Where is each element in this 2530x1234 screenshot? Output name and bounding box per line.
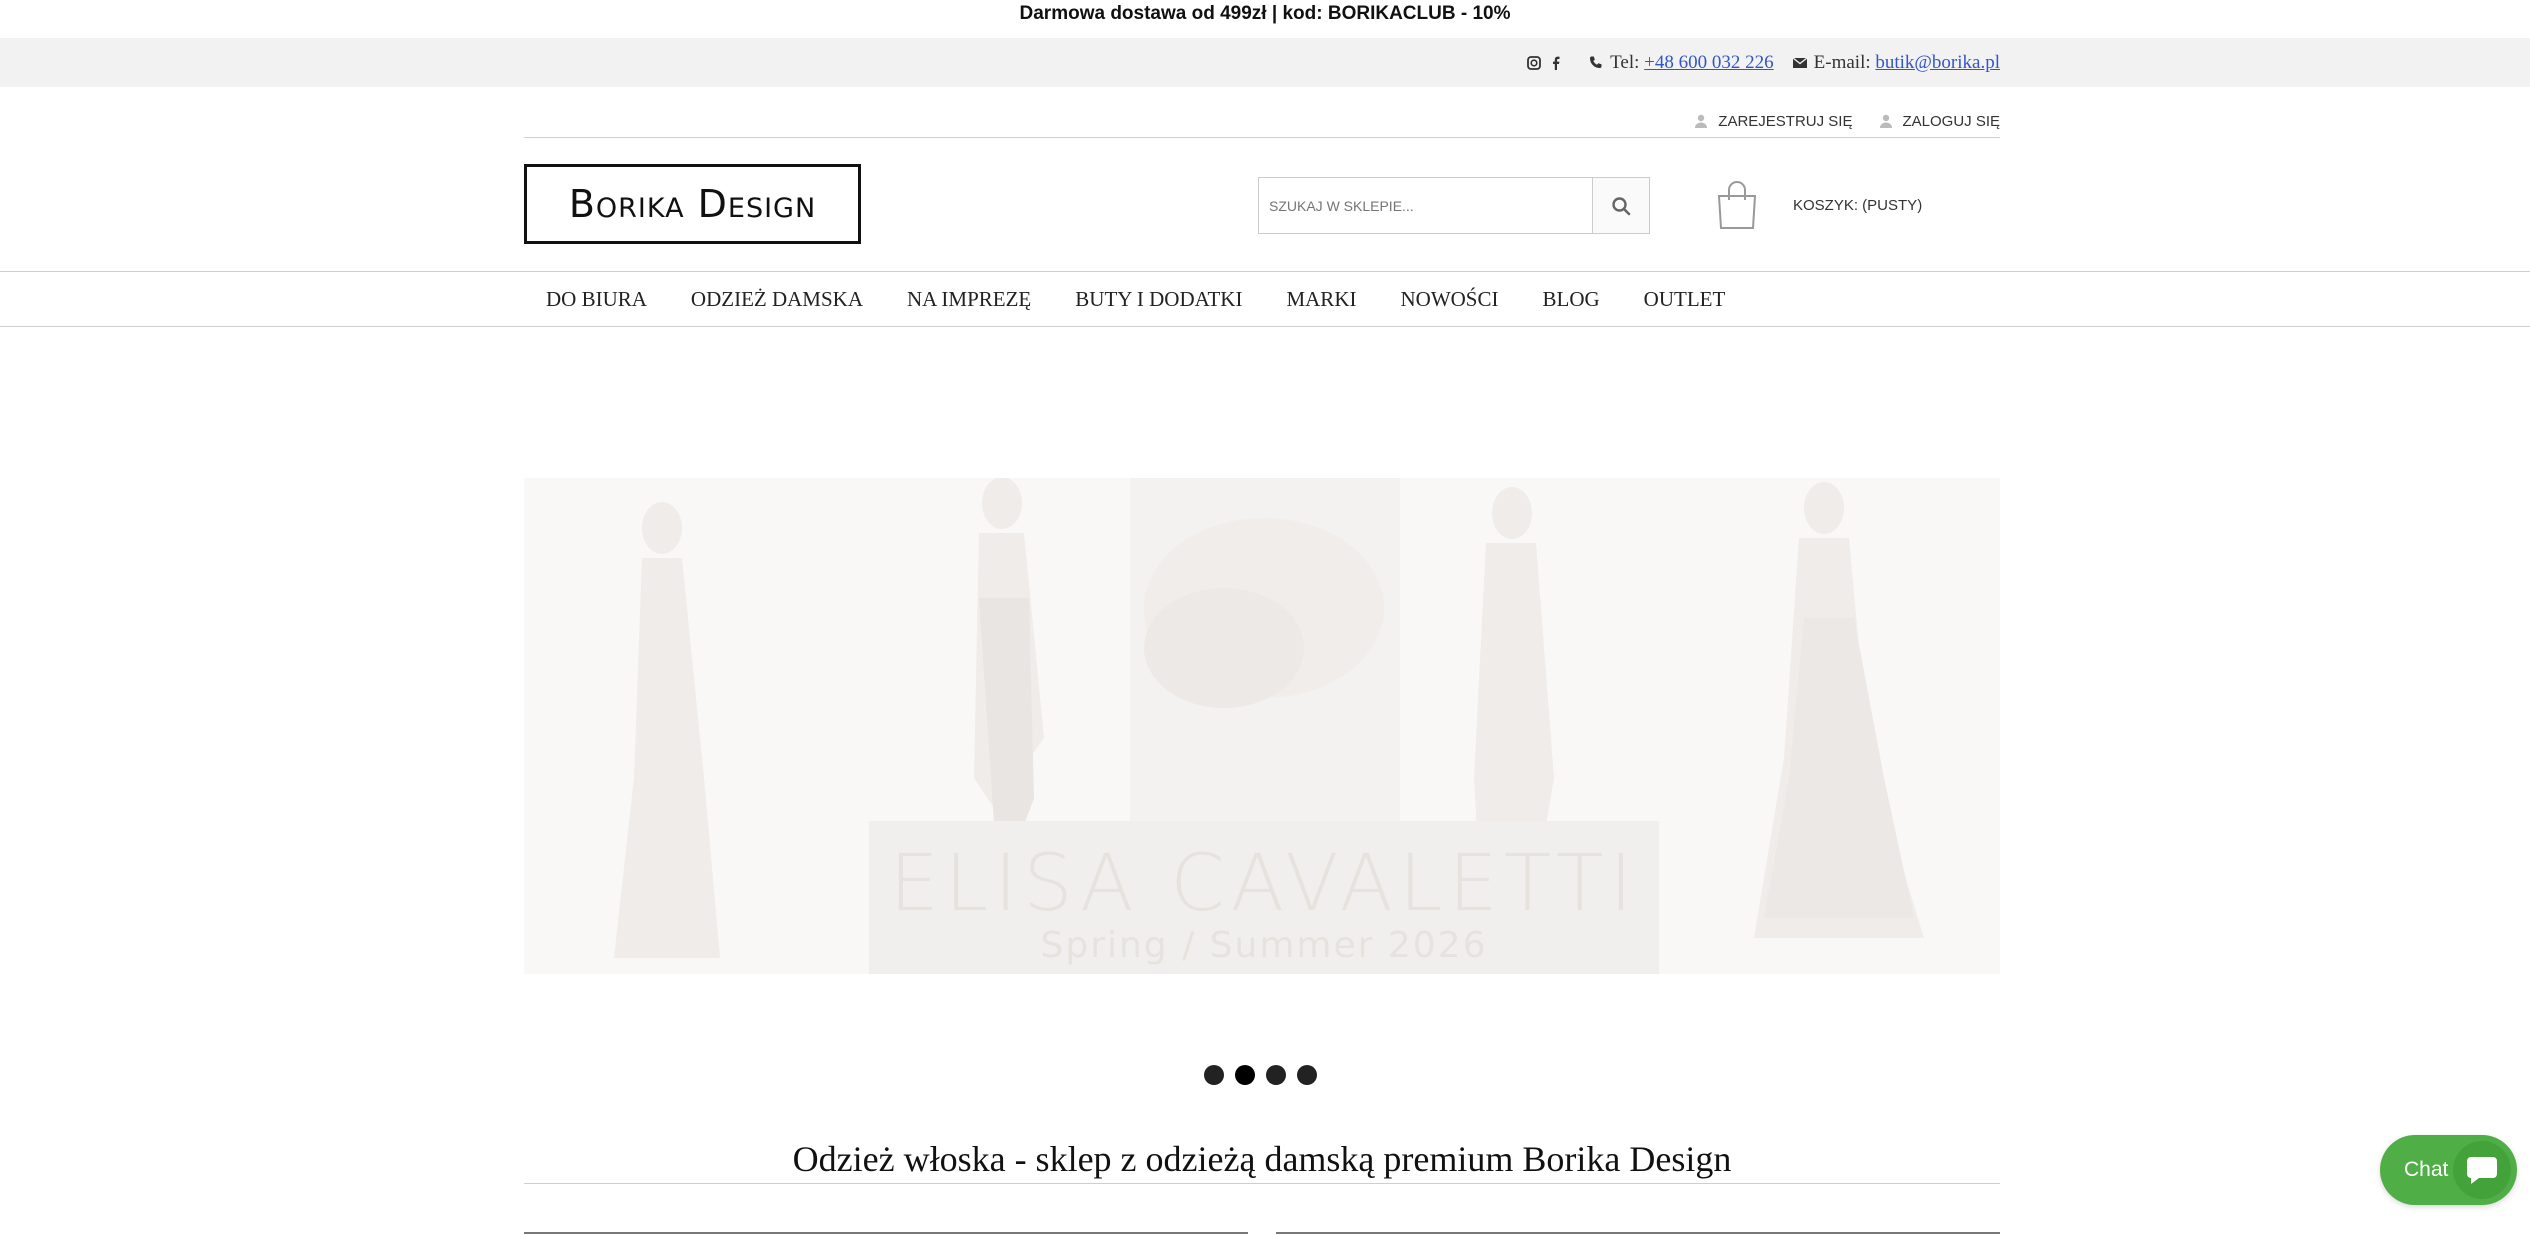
login-link[interactable]: ZALOGUJ SIĘ [1878, 113, 2000, 130]
nav-divider-bottom [0, 326, 2530, 327]
nav-item-buty-i-dodatki[interactable]: BUTY I DODATKI [1075, 287, 1242, 312]
slider-dot-2[interactable] [1235, 1065, 1255, 1085]
user-icon [1880, 114, 1893, 128]
slide-caption-title: ELISA CAVALETTI [889, 839, 1639, 929]
nav-item-nowosci[interactable]: NOWOŚCI [1400, 287, 1498, 312]
chat-icon [2467, 1157, 2497, 1184]
heading-divider [524, 1183, 2000, 1184]
nav-item-blog[interactable]: BLOG [1542, 287, 1599, 312]
tel-link[interactable]: +48 600 032 226 [1644, 52, 1773, 74]
logo-text: Borika Design [568, 182, 817, 226]
search-box [1258, 177, 1650, 234]
tel-label: Tel: [1610, 51, 1640, 73]
slider-pagination [1204, 1065, 1328, 1085]
contact-bar: Tel: +48 600 032 226 E-mail: butik@borik… [0, 38, 2530, 87]
slider-dot-1[interactable] [1204, 1065, 1224, 1085]
nav-item-outlet[interactable]: OUTLET [1644, 287, 1726, 312]
instagram-icon[interactable] [1526, 55, 1542, 71]
main-nav: DO BIURA ODZIEŻ DAMSKA NA IMPREZĘ BUTY I… [524, 272, 1747, 326]
account-links: ZAREJESTRUJ SIĘ ZALOGUJ SIĘ [524, 104, 2000, 138]
slider-dot-3[interactable] [1266, 1065, 1286, 1085]
phone-icon [1590, 56, 1602, 68]
chat-label: Chat [2404, 1158, 2449, 1181]
register-label: ZAREJESTRUJ SIĘ [1718, 112, 1853, 130]
email-link[interactable]: butik@borika.pl [1875, 52, 2000, 74]
shopping-bag-icon [1717, 181, 1757, 229]
nav-item-do-biura[interactable]: DO BIURA [546, 287, 647, 312]
search-input[interactable] [1259, 178, 1592, 233]
search-button[interactable] [1592, 178, 1649, 233]
hero-slider[interactable]: ELISA CAVALETTI Spring / Summer 2026 [524, 478, 2000, 974]
chat-button[interactable]: Chat [2380, 1135, 2517, 1205]
nav-item-marki[interactable]: MARKI [1286, 287, 1356, 312]
search-icon [1612, 196, 1631, 215]
cart-label: KOSZYK: (PUSTY) [1793, 196, 1923, 214]
site-logo[interactable]: Borika Design [524, 164, 861, 244]
promo-bar: Darmowa dostawa od 499zł | kod: BORIKACL… [0, 0, 2530, 38]
slider-dot-4[interactable] [1297, 1065, 1317, 1085]
chat-bubble [2453, 1141, 2511, 1199]
page-heading: Odzież włoska - sklep z odzieżą damską p… [792, 1139, 1732, 1179]
email-label: E-mail: [1813, 51, 1871, 73]
nav-item-odziez-damska[interactable]: ODZIEŻ DAMSKA [691, 287, 863, 312]
slide-caption-subtitle: Spring / Summer 2026 [1040, 925, 1488, 966]
cart[interactable]: KOSZYK: (PUSTY) [1715, 178, 1922, 232]
header-divider [524, 137, 2000, 138]
promo-text: Darmowa dostawa od 499zł | kod: BORIKACL… [1019, 3, 1511, 24]
envelope-icon [1792, 56, 1808, 68]
contact-info: Tel: +48 600 032 226 E-mail: butik@borik… [1526, 38, 2000, 87]
user-add-icon [1695, 114, 1708, 128]
nav-item-na-impreze[interactable]: NA IMPREZĘ [907, 287, 1031, 312]
slide-caption: ELISA CAVALETTI Spring / Summer 2026 [869, 821, 1659, 974]
login-label: ZALOGUJ SIĘ [1902, 112, 2000, 130]
register-link[interactable]: ZAREJESTRUJ SIĘ [1694, 113, 1852, 130]
facebook-icon[interactable] [1548, 55, 1564, 71]
